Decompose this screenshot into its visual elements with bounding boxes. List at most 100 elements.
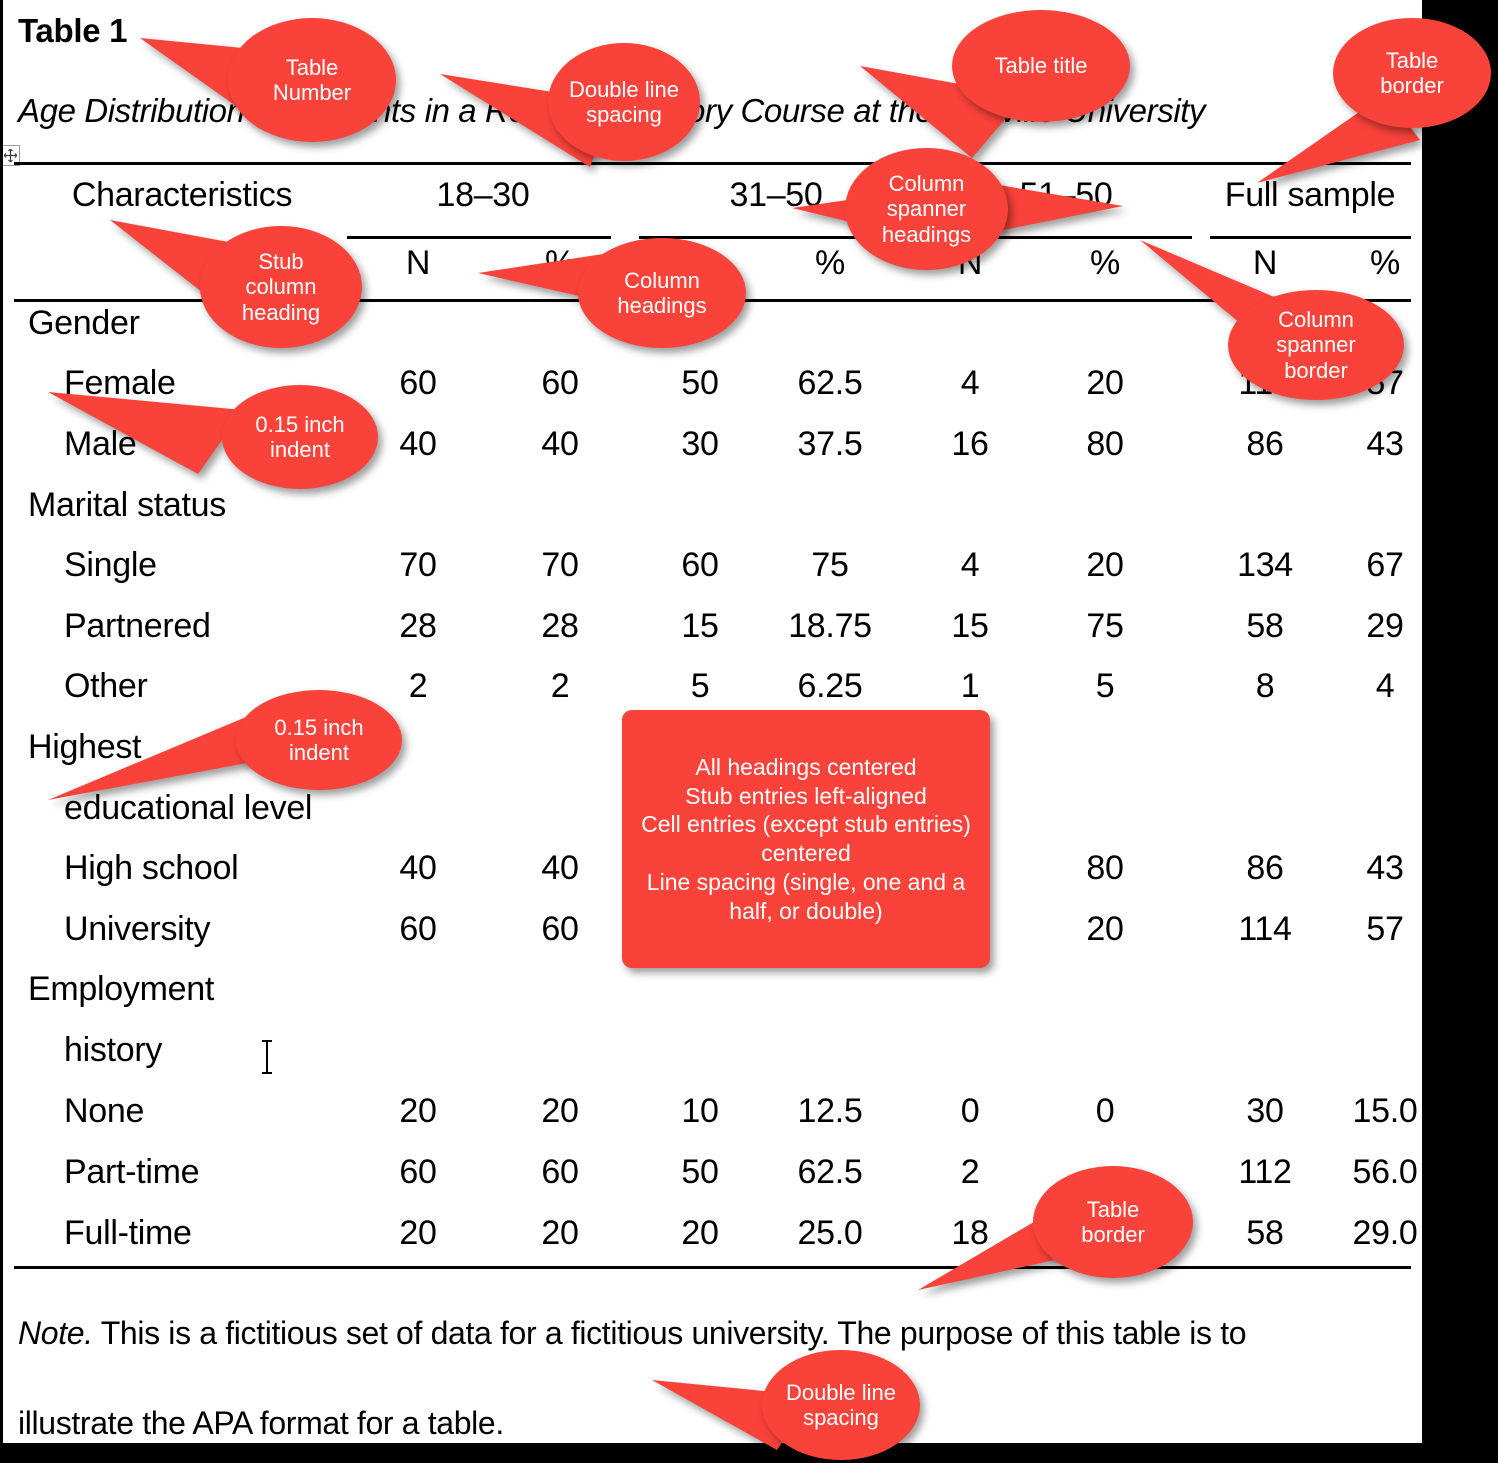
callout-tail-indent-1 <box>48 382 248 482</box>
table-cell: 40 <box>399 425 437 463</box>
callout-table-border-top-label: Table border <box>1380 47 1444 98</box>
table-cell: 30 <box>1246 1092 1284 1130</box>
callout-alignment-rules-label: All headings centered Stub entries left-… <box>641 753 971 924</box>
table-cell: 20 <box>399 1214 437 1252</box>
table-cell: 134 <box>1237 546 1293 584</box>
table-cell: 80 <box>1086 425 1124 463</box>
table-cell: 57 <box>1366 910 1404 948</box>
table-cell: 2 <box>550 667 570 705</box>
callout-indent-1: 0.15 inch indent <box>222 385 378 489</box>
table-cell: 15.0 <box>1352 1092 1418 1130</box>
callout-stub-column-heading-label: Stub column heading <box>241 249 321 325</box>
table-cell: 114 <box>1238 910 1292 948</box>
callout-stub-column-heading: Stub column heading <box>200 226 362 348</box>
screenshot-root: Table 1 Age Distribution of Students in … <box>0 0 1498 1463</box>
table-cell: 12.5 <box>797 1092 863 1130</box>
table-cell: 60 <box>399 910 437 948</box>
table-cell: 75 <box>1086 607 1124 645</box>
table-cell: 15 <box>951 607 989 645</box>
spanner-rule-18-30 <box>347 236 611 239</box>
table-cell: 80 <box>1086 849 1124 887</box>
table-cell: 67 <box>1366 546 1404 584</box>
stub-entry: None <box>64 1092 145 1130</box>
stub-entry: University <box>64 910 211 948</box>
stub-entry: Marital status <box>28 486 226 524</box>
table-cell: 29.0 <box>1352 1214 1418 1252</box>
table-cell: 40 <box>541 849 579 887</box>
table-border-top-rule <box>14 162 1411 165</box>
table-cell: 20 <box>1086 364 1124 402</box>
table-cell: 25.0 <box>797 1214 863 1252</box>
callout-double-line-spacing-1-label: Double line spacing <box>568 76 680 127</box>
table-cell: 20 <box>681 1214 719 1252</box>
callout-indent-2: 0.15 inch indent <box>236 690 402 790</box>
table-cell: 20 <box>541 1092 579 1130</box>
table-note-line-1: Note. This is a fictitious set of data f… <box>18 1315 1247 1352</box>
callout-table-border-bottom-label: Table border <box>1081 1196 1145 1247</box>
table-cell: 1 <box>960 667 980 705</box>
table-cell: 40 <box>399 849 437 887</box>
callout-column-spanner-border-label: Column spanner border <box>1276 307 1356 383</box>
table-cell: 2 <box>408 667 428 705</box>
table-cell: 62.5 <box>797 364 863 402</box>
table-cell: 5 <box>690 667 710 705</box>
table-cell: 20 <box>1086 910 1124 948</box>
stub-entry: High school <box>64 849 239 887</box>
table-cell: 112 <box>1238 1153 1292 1191</box>
table-cell: 75 <box>811 546 849 584</box>
table-cell: 0 <box>960 1092 980 1130</box>
table-cell: 43 <box>1366 849 1404 887</box>
callout-table-title-label: Table title <box>994 53 1088 79</box>
table-cell: 4 <box>960 364 980 402</box>
callout-double-line-spacing-2: Double line spacing <box>762 1350 920 1460</box>
table-cell: 86 <box>1246 849 1284 887</box>
callout-column-headings: Column headings <box>578 238 746 348</box>
callout-double-line-spacing-1: Double line spacing <box>548 43 700 161</box>
callout-column-spanner-border: Column spanner border <box>1228 290 1404 400</box>
table-cell: 40 <box>541 425 579 463</box>
table-cell: 58 <box>1246 1214 1284 1252</box>
table-cell: 4 <box>1375 667 1395 705</box>
callout-alignment-rules: All headings centered Stub entries left-… <box>622 710 990 968</box>
table-note-line-2: illustrate the APA format for a table. <box>18 1405 504 1441</box>
table-cell: 37.5 <box>797 425 863 463</box>
table-border-bottom-rule <box>14 1266 1411 1269</box>
table-cell: 60 <box>681 546 719 584</box>
stub-entry: Partnered <box>64 607 211 645</box>
table-cell: 50 <box>681 364 719 402</box>
stub-entry: Part-time <box>64 1153 200 1191</box>
table-cell: 60 <box>399 1153 437 1191</box>
table-cell: 60 <box>541 910 579 948</box>
table-cell: 0 <box>1095 1092 1115 1130</box>
stub-entry: Employment <box>28 970 214 1008</box>
document-sheet: Table 1 Age Distribution of Students in … <box>0 0 1491 1460</box>
stub-entry: Full-time <box>64 1214 192 1252</box>
callout-table-number-label: Table Number <box>272 54 352 105</box>
column-heading-8: % <box>1370 244 1400 282</box>
note-label: Note. <box>18 1315 93 1351</box>
table-cell: 70 <box>541 546 579 584</box>
column-heading-6: % <box>1090 244 1120 282</box>
callout-table-border-top: Table border <box>1333 18 1491 128</box>
callout-column-spanner-headings-label: Column spanner headings <box>881 171 972 247</box>
callout-column-spanner-headings: Column spanner headings <box>845 148 1008 270</box>
table-cell: 16 <box>951 425 989 463</box>
callout-table-number: Table Number <box>228 18 396 142</box>
table-cell: 28 <box>541 607 579 645</box>
table-cell: 8 <box>1255 667 1275 705</box>
callout-tail-indent-2 <box>48 700 268 810</box>
table-cell: 20 <box>541 1214 579 1252</box>
table-cell: 60 <box>399 364 437 402</box>
table-cell: 50 <box>681 1153 719 1191</box>
table-cell: 60 <box>541 1153 579 1191</box>
stub-entry: Single <box>64 546 157 584</box>
text-cursor-icon <box>258 1040 276 1074</box>
table-cell: 20 <box>1086 546 1124 584</box>
table-cell: 18.75 <box>788 607 872 645</box>
table-cell: 10 <box>681 1092 719 1130</box>
table-cell: 60 <box>541 364 579 402</box>
spanner-heading-1: 18–30 <box>436 176 530 214</box>
table-cell: 15 <box>681 607 719 645</box>
page-edge-left <box>0 0 3 1443</box>
table-cell: 62.5 <box>797 1153 863 1191</box>
